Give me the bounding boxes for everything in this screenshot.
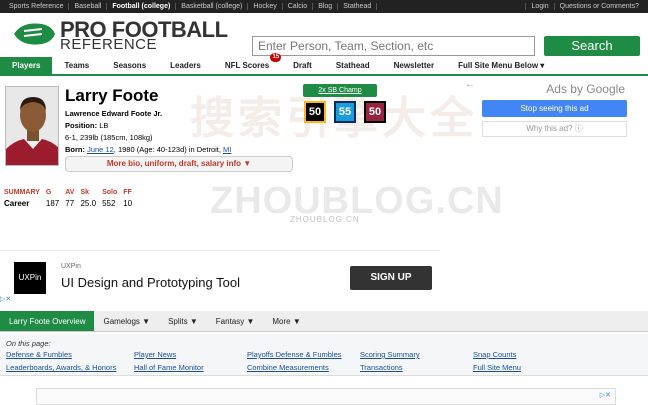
jersey-number-cardinals[interactable]: 50 <box>364 101 386 123</box>
subnav-overview[interactable]: Larry Foote Overview <box>0 311 95 331</box>
nav-stathead[interactable]: Stathead <box>324 57 382 74</box>
header-ff: FF <box>123 189 132 196</box>
signup-button[interactable]: SIGN UP <box>350 266 432 290</box>
on-this-page-title: On this page: <box>6 339 51 348</box>
back-arrow-icon[interactable]: ← <box>465 79 475 90</box>
link-player-news[interactable]: Player News <box>134 350 176 359</box>
uxpin-ad-banner[interactable]: UXPin UXPin UI Design and Prototyping To… <box>0 250 440 303</box>
topbar-calcio[interactable]: Calcio <box>283 3 314 10</box>
topbar-blog[interactable]: Blog <box>313 3 339 10</box>
topbar-hockey[interactable]: Hockey <box>248 3 283 10</box>
link-full-site-menu[interactable]: Full Site Menu <box>473 363 521 372</box>
header-sacks: Sk <box>80 189 90 196</box>
link-combine[interactable]: Combine Measurements <box>247 363 329 372</box>
born-date-link[interactable]: June 12 <box>87 145 114 154</box>
search-button[interactable]: Search <box>544 36 640 56</box>
nav-seasons[interactable]: Seasons <box>101 57 158 74</box>
adchoices-icon[interactable]: ▷✕ <box>0 295 11 303</box>
link-scoring-summary[interactable]: Scoring Summary <box>360 350 420 359</box>
nav-leaders[interactable]: Leaders <box>158 57 213 74</box>
career-sacks: 25.0 <box>80 199 97 208</box>
career-ff: 10 <box>123 199 133 208</box>
header-av: AV <box>65 189 75 196</box>
player-silhouette-icon <box>6 87 58 165</box>
summary-header-row: SUMMARY G AV Sk Solo FF <box>4 189 138 199</box>
football-logo-icon <box>14 23 55 45</box>
bottom-ad-banner[interactable]: ▷✕ <box>36 388 616 405</box>
site-logo[interactable]: PRO FOOTBALL REFERENCE <box>12 17 242 53</box>
why-this-ad-button[interactable]: Why this ad? ⓘ <box>482 121 627 137</box>
more-bio-button[interactable]: More bio, uniform, draft, salary info ▼ <box>65 156 293 172</box>
login-link[interactable]: Login <box>525 3 553 10</box>
main-nav: Players Teams Seasons Leaders NFL Scores… <box>0 53 648 76</box>
site-header: PRO FOOTBALL REFERENCE Enter Person, Tea… <box>0 13 648 56</box>
ad-source: UXPin <box>61 263 81 270</box>
career-summary-table: SUMMARY G AV Sk Solo FF Career 187 77 25… <box>4 189 138 208</box>
player-info: Larry Foote Lawrence Edward Foote Jr. Po… <box>65 86 300 154</box>
ads-by-google-label: Ads by Google <box>546 82 625 96</box>
career-row: Career 187 77 25.0 552 10 <box>4 199 138 208</box>
player-position: Position: LB <box>65 121 109 130</box>
link-defense-fumbles[interactable]: Defense & Fumbles <box>6 350 72 359</box>
summary-header: SUMMARY <box>4 189 40 196</box>
subnav-fantasy[interactable]: Fantasy ▼ <box>207 311 264 331</box>
topbar-baseball[interactable]: Baseball <box>69 3 108 10</box>
player-fullname: Lawrence Edward Foote Jr. <box>65 109 163 118</box>
subnav-more[interactable]: More ▼ <box>263 311 309 331</box>
nav-players[interactable]: Players <box>0 57 53 74</box>
player-born: Born: June 12, 1980 (Age: 40-123d) in De… <box>65 145 232 154</box>
nav-draft[interactable]: Draft <box>281 57 324 74</box>
nfl-scores-badge: 15 <box>270 53 282 62</box>
link-playoffs-defense[interactable]: Playoffs Defense & Fumbles <box>247 350 342 359</box>
top-utility-bar: Sports Reference Baseball Football (coll… <box>0 0 648 13</box>
born-state-link[interactable]: MI <box>223 145 231 154</box>
nav-nfl-scores-label: NFL Scores <box>224 61 270 70</box>
player-measurements: 6-1, 239lb (185cm, 108kg) <box>65 133 153 142</box>
stop-seeing-ad-button[interactable]: Stop seeing this ad <box>482 100 627 117</box>
career-av: 77 <box>65 199 75 208</box>
ads-by-google-panel: ← Ads by Google Stop seeing this ad Why … <box>465 78 645 143</box>
subnav-gamelogs[interactable]: Gamelogs ▼ <box>94 311 159 331</box>
uxpin-logo: UXPin <box>14 262 46 294</box>
topbar-basketball-college[interactable]: Basketball (college) <box>176 3 249 10</box>
search-input[interactable]: Enter Person, Team, Section, etc <box>252 36 535 56</box>
subnav-splits[interactable]: Splits ▼ <box>159 311 207 331</box>
logo-text-reference: REFERENCE <box>60 36 158 53</box>
on-this-page: On this page: Defense & Fumbles Leaderbo… <box>0 334 648 376</box>
ad-title[interactable]: UI Design and Prototyping Tool <box>61 275 240 290</box>
sb-champ-badge[interactable]: 2x SB Champ <box>303 84 377 97</box>
jersey-number-steelers[interactable]: 50 <box>304 101 326 123</box>
career-label: Career <box>4 199 30 208</box>
topbar-sports-reference[interactable]: Sports Reference <box>4 3 70 10</box>
link-snap-counts[interactable]: Snap Counts <box>473 350 516 359</box>
header-solo: Solo <box>102 189 118 196</box>
nav-newsletter[interactable]: Newsletter <box>382 57 446 74</box>
header-games: G <box>45 189 52 196</box>
topbar-football-college[interactable]: Football (college) <box>107 3 177 10</box>
player-subnav: Larry Foote Overview Gamelogs ▼ Splits ▼… <box>0 311 648 332</box>
topbar-stathead[interactable]: Stathead <box>338 3 378 10</box>
nav-full-site-menu[interactable]: Full Site Menu Below ▾ <box>446 57 556 74</box>
questions-link[interactable]: Questions or Comments? <box>553 3 644 10</box>
link-transactions[interactable]: Transactions <box>360 363 403 372</box>
player-name: Larry Foote <box>65 86 159 105</box>
player-photo <box>5 86 59 166</box>
link-leaderboards[interactable]: Leaderboards, Awards, & Honors <box>6 363 116 372</box>
nav-nfl-scores[interactable]: NFL Scores 15 <box>213 53 282 74</box>
link-hall-of-fame-monitor[interactable]: Hall of Fame Monitor <box>134 363 204 372</box>
career-games: 187 <box>45 199 60 208</box>
jersey-number-chargers[interactable]: 55 <box>334 101 356 123</box>
career-solo: 552 <box>102 199 116 208</box>
watermark-small: ZHOUBLOG.CN <box>290 215 360 224</box>
adchoices-icon[interactable]: ▷✕ <box>600 391 611 399</box>
nav-teams[interactable]: Teams <box>52 57 101 74</box>
